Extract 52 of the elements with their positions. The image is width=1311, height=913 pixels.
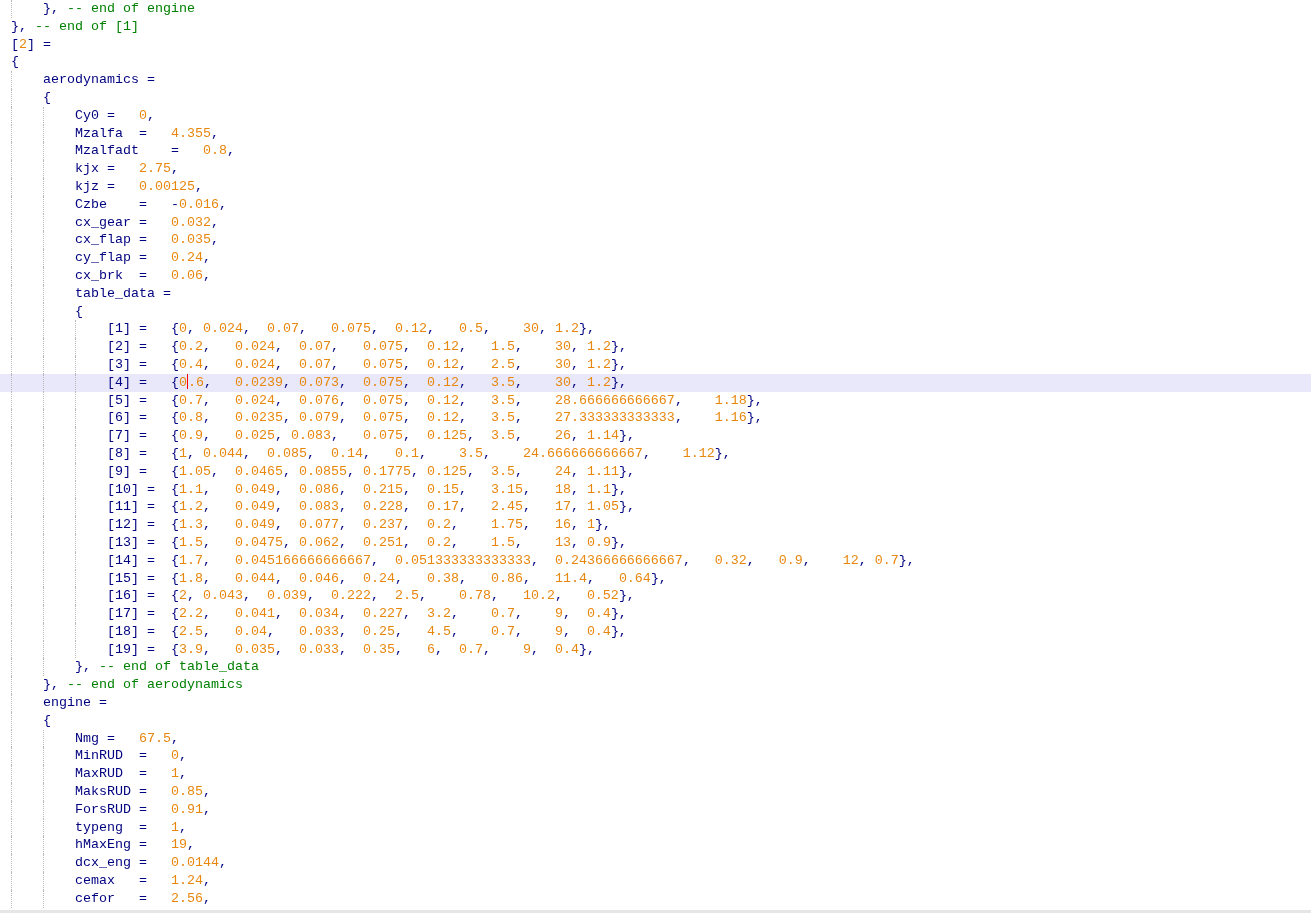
code-line: cx_brk = 0.06, — [0, 266, 1311, 285]
code-editor[interactable] — [0, 0, 1311, 913]
code-line: [2] = — [10, 35, 52, 54]
code-line: [19] = {3.9, 0.035, 0.033, 0.35, 6, 0.7, 9, 0.4}, — [0, 640, 1311, 659]
code-line: }, -- end of [1] — [10, 17, 140, 36]
code-line: Mzalfa = 4.355, — [0, 124, 1311, 143]
code-line: cy_flap = 0.24, — [0, 249, 1311, 267]
code-line: [18] = {2.5, 0.04, 0.033, 0.25, 4.5, 0.7, 9, 0.4}, — [0, 622, 1311, 641]
code-line: dcx_eng = 0.0144, — [0, 854, 1311, 873]
code-line: aerodynamics = — [0, 71, 1311, 89]
code-line: cx_gear = 0.032, — [0, 213, 1311, 232]
code-line: [10] = {1.1, 0.049, 0.086, 0.215, 0.15, 3.15, 18, 1.1}, — [0, 480, 1311, 499]
code-line: [9] = {1.05, 0.0465, 0.0855, 0.1775, 0.125, 3.5, 24, 1.11}, — [0, 462, 1311, 481]
code-line: }, -- end of aerodynamics — [0, 676, 1311, 695]
code-line: { — [10, 53, 20, 72]
code-line: [1] = {0, 0.024, 0.07, 0.075, 0.12, 0.5, 30, 1.2}, — [0, 320, 1311, 339]
code-line: Mzalfadt = 0.8, — [0, 142, 1311, 161]
code-line: [7] = {0.9, 0.025, 0.083, 0.075, 0.125, 3.5, 26, 1.14}, — [0, 427, 1311, 445]
code-line: Czbe = -0.016, — [0, 195, 1311, 214]
code-line: cefor = 2.56, — [0, 889, 1311, 908]
code-line: { — [0, 89, 1311, 107]
code-line: typeng = 1, — [0, 818, 1311, 837]
code-line: cx_flap = 0.035, — [0, 231, 1311, 250]
code-line: [11] = {1.2, 0.049, 0.083, 0.228, 0.17, 2.45, 17, 1.05}, — [0, 498, 1311, 517]
code-line: kjz = 0.00125, — [0, 177, 1311, 196]
code-line: [14] = {1.7, 0.045166666666667, 0.051333333333333, 0.24366666666667, 0.32, 0.9, 12, 0.7}, — [0, 551, 1311, 570]
code-line: Cy0 = 0, — [0, 106, 1311, 125]
code-line: table_data = — [0, 284, 1311, 303]
code-line: { — [0, 711, 1311, 730]
code-line: hMaxEng = 19, — [0, 836, 1311, 855]
code-line: [3] = {0.4, 0.024, 0.07, 0.075, 0.12, 2.5, 30, 1.2}, — [0, 355, 1311, 374]
code-line: { — [0, 302, 1311, 321]
code-line: [16] = {2, 0.043, 0.039, 0.222, 2.5, 0.78, 10.2, 0.52}, — [0, 587, 1311, 606]
code-line: [8] = {1, 0.044, 0.085, 0.14, 0.1, 3.5, 24.666666666667, 1.12}, — [0, 444, 1311, 463]
code-line: [5] = {0.7, 0.024, 0.076, 0.075, 0.12, 3.5, 28.666666666667, 1.18}, — [0, 391, 1311, 410]
text-cursor — [186, 373, 188, 389]
code-line: engine = — [0, 694, 1311, 712]
code-line: kjx = 2.75, — [0, 160, 1311, 178]
code-line: MaksRUD = 0.85, — [0, 783, 1311, 801]
code-line: [6] = {0.8, 0.0235, 0.079, 0.075, 0.12, 3.5, 27.333333333333, 1.16}, — [0, 409, 1311, 428]
code-line: [2] = {0.2, 0.024, 0.07, 0.075, 0.12, 1.5, 30, 1.2}, — [0, 338, 1311, 356]
code-line: }, -- end of engine — [0, 0, 1311, 18]
code-line: MaxRUD = 1, — [0, 765, 1311, 784]
code-line: [17] = {2.2, 0.041, 0.034, 0.227, 3.2, 0.7, 9, 0.4}, — [0, 605, 1311, 623]
code-line: MinRUD = 0, — [0, 747, 1311, 766]
code-line: [15] = {1.8, 0.044, 0.046, 0.24, 0.38, 0.86, 11.4, 0.64}, — [0, 569, 1311, 588]
code-line: Nmg = 67.5, — [0, 729, 1311, 748]
code-line: }, -- end of table_data — [0, 658, 1311, 677]
code-line: [12] = {1.3, 0.049, 0.077, 0.237, 0.2, 1.75, 16, 1}, — [0, 516, 1311, 534]
code-line: [13] = {1.5, 0.0475, 0.062, 0.251, 0.2, 1.5, 13, 0.9}, — [0, 533, 1311, 552]
code-line: cemax = 1.24, — [0, 872, 1311, 890]
code-line: ForsRUD = 0.91, — [0, 800, 1311, 819]
